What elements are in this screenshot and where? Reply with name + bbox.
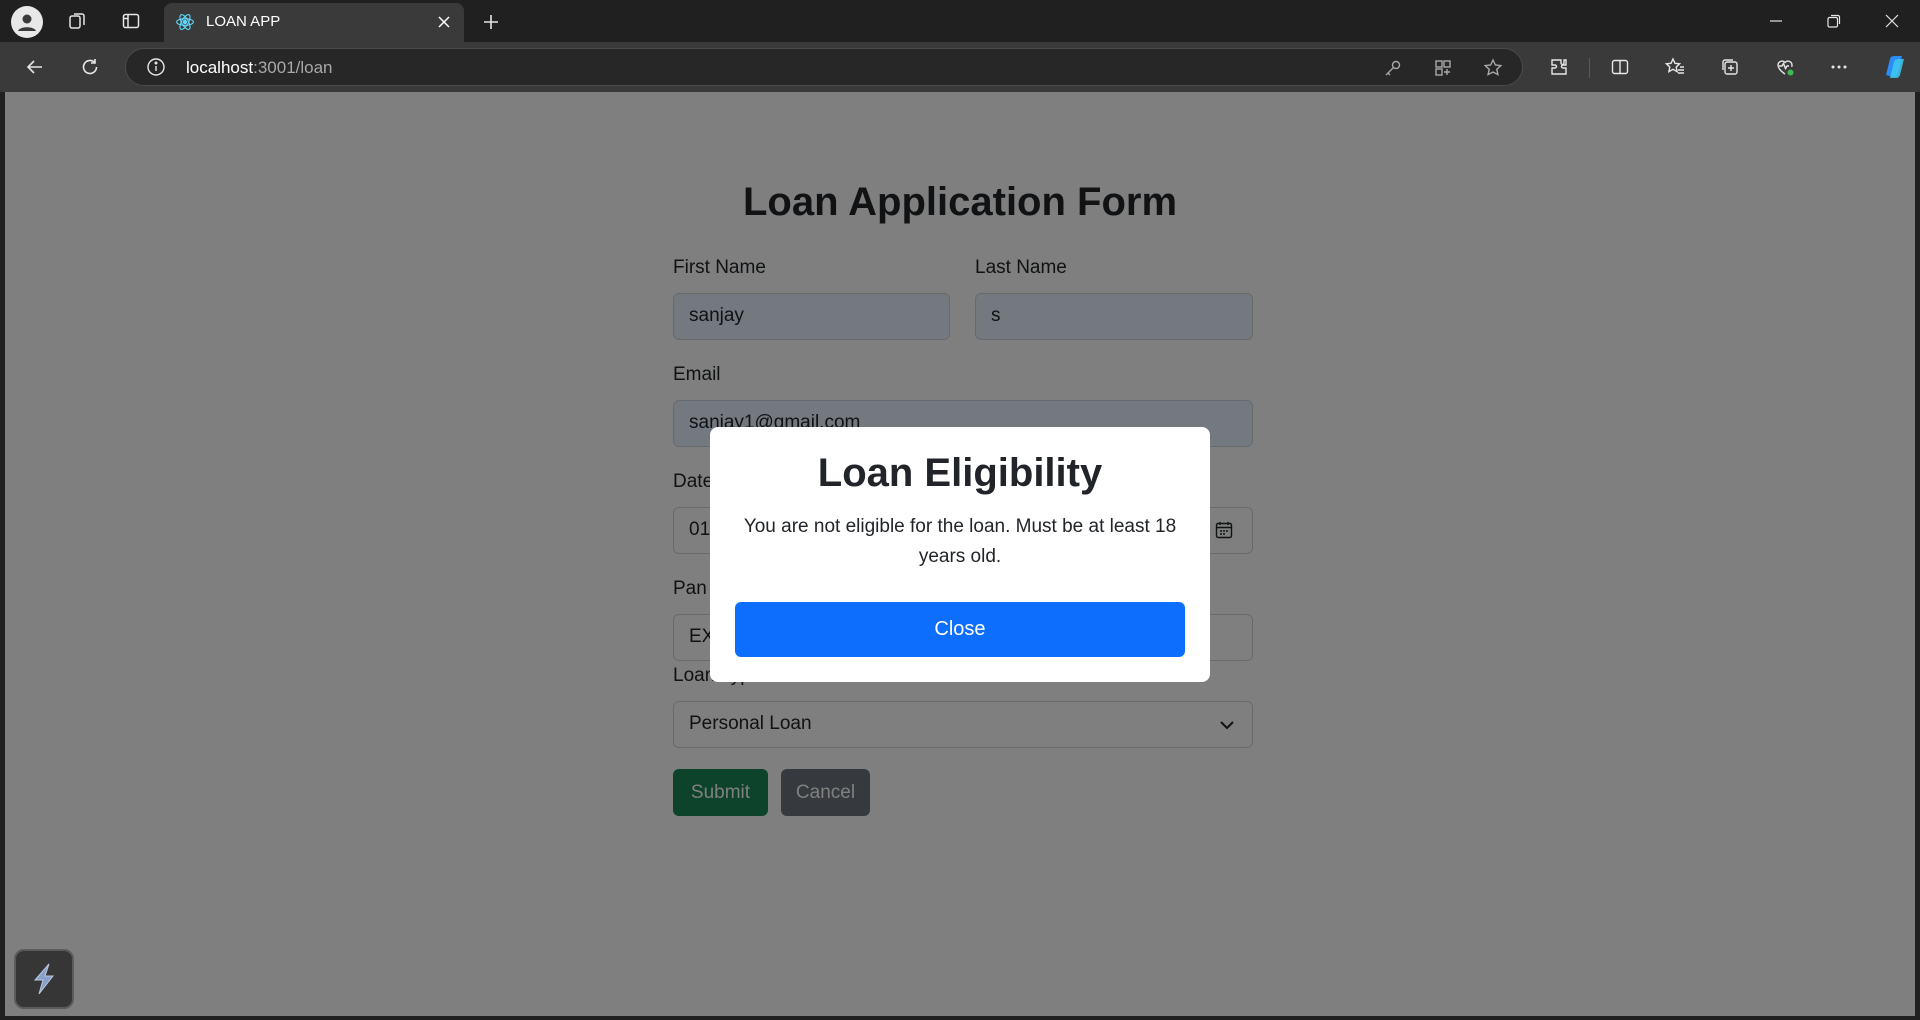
modal-title: Loan Eligibility [817,451,1103,495]
browser-toolbar: localhost:3001/loan [0,42,1920,92]
app-available-icon[interactable] [1431,56,1455,80]
browser-essentials-icon[interactable] [1770,52,1800,82]
split-screen-icon[interactable] [1605,52,1635,82]
extensions-icon[interactable] [1544,52,1574,82]
toolbar-separator [1589,58,1590,78]
loan-eligibility-modal: Loan Eligibility You are not eligible fo… [710,427,1210,682]
page-viewport: Loan Application Form First Name sanjay … [5,92,1915,1016]
workspaces-icon[interactable] [62,6,92,36]
favorite-star-icon[interactable] [1481,56,1505,80]
copilot-icon[interactable] [1879,52,1909,82]
url-text: localhost:3001/loan [186,58,333,77]
restore-icon[interactable] [1806,0,1862,42]
new-tab-icon[interactable] [476,7,506,37]
favorites-icon[interactable] [1660,52,1690,82]
more-options-icon[interactable] [1824,52,1854,82]
reload-icon[interactable] [75,52,105,82]
modal-close-button[interactable]: Close [735,602,1185,657]
tab-loan-app[interactable]: LOAN APP [164,3,464,42]
react-icon [174,11,196,33]
tab-close-icon[interactable] [432,10,456,34]
floating-widget-icon[interactable] [14,949,74,1009]
profile-icon[interactable] [11,6,43,38]
address-bar[interactable]: localhost:3001/loan [125,48,1523,86]
minimize-icon[interactable] [1748,0,1804,42]
close-window-icon[interactable] [1864,0,1920,42]
tab-title: LOAN APP [206,13,281,30]
vertical-tabs-icon[interactable] [116,6,146,36]
collections-icon[interactable] [1715,52,1745,82]
back-icon[interactable] [20,52,50,82]
key-icon[interactable] [1381,56,1405,80]
browser-title-bar: LOAN APP [0,0,1920,42]
site-info-icon[interactable] [146,57,166,77]
modal-message: You are not eligible for the loan. Must … [743,516,1177,567]
